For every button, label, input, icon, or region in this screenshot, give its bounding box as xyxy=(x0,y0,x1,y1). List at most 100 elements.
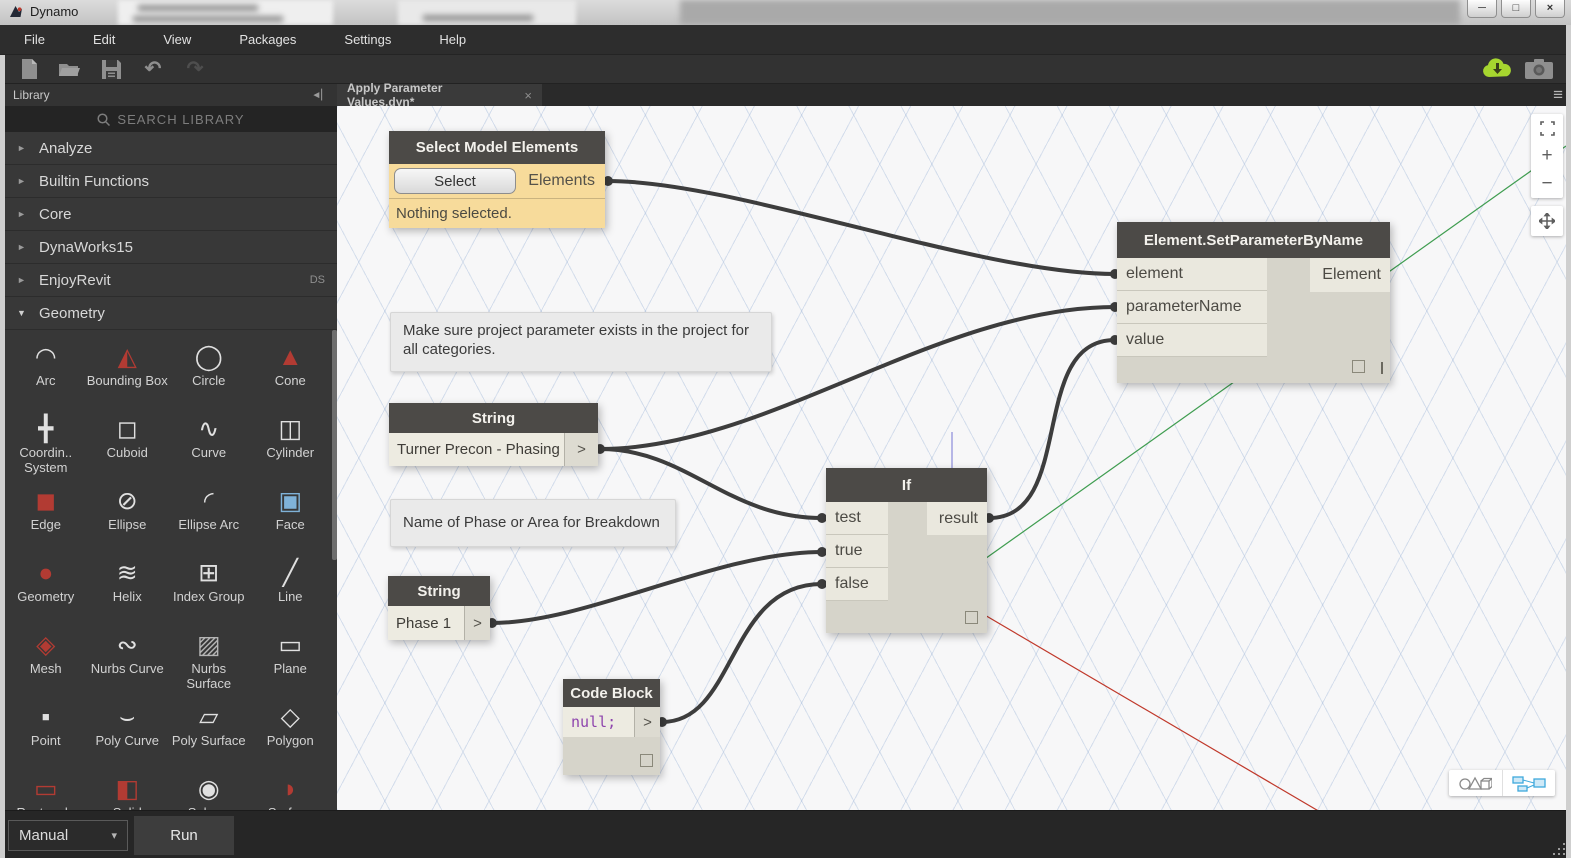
input-port-element[interactable]: element xyxy=(1117,258,1267,291)
menu-help[interactable]: Help xyxy=(415,25,490,55)
library-item-poly-curve[interactable]: ⌣ Poly Curve xyxy=(87,698,169,770)
library-item-edge[interactable]: ◼ Edge xyxy=(5,482,87,554)
library-category-geometry[interactable]: ▼ Geometry xyxy=(5,297,337,330)
note-project-parameter[interactable]: Make sure project parameter exists in th… xyxy=(390,312,772,372)
input-port-parametername[interactable]: parameterName xyxy=(1117,291,1267,324)
menu-view[interactable]: View xyxy=(139,25,215,55)
library-category-core[interactable]: ► Core xyxy=(5,198,337,231)
node-code-block[interactable]: Code Block null; > xyxy=(563,679,660,775)
library-category-analyze[interactable]: ► Analyze xyxy=(5,132,337,165)
output-port-elements[interactable]: Elements xyxy=(528,172,605,190)
run-mode-dropdown[interactable]: Manual ▾ xyxy=(8,820,128,851)
minimize-button[interactable]: ─ xyxy=(1467,0,1497,18)
library-item-geometry[interactable]: ● Geometry xyxy=(5,554,87,626)
library-item-circle[interactable]: ◯ Circle xyxy=(168,338,250,410)
library-item-surface[interactable]: ◗Surface xyxy=(250,770,332,811)
zoom-in-button[interactable]: + xyxy=(1531,142,1563,170)
wire-null-to-false[interactable] xyxy=(660,582,824,724)
library-item-cylinder[interactable]: ◫ Cylinder xyxy=(250,410,332,482)
library-category-builtin-functions[interactable]: ► Builtin Functions xyxy=(5,165,337,198)
open-file-icon[interactable] xyxy=(57,58,81,80)
run-button[interactable]: Run xyxy=(134,816,234,855)
library-category-dynaworks15[interactable]: ► DynaWorks15 xyxy=(5,231,337,264)
menu-packages[interactable]: Packages xyxy=(215,25,320,55)
string-input[interactable]: Turner Precon - Phasing xyxy=(389,433,564,466)
workspace-menu-icon[interactable]: ≡ xyxy=(1553,85,1563,105)
output-port[interactable]: > xyxy=(634,707,660,737)
node-select-model-elements[interactable]: Select Model Elements Select Elements No… xyxy=(389,131,605,228)
resize-grip[interactable] xyxy=(1549,839,1565,855)
cloud-download-icon[interactable] xyxy=(1480,57,1514,79)
node-element-setparameterbyname[interactable]: Element.SetParameterByName element param… xyxy=(1117,222,1390,383)
wire-phase-to-true[interactable] xyxy=(490,550,824,625)
library-item-coordinate-system[interactable]: ╋ Coordin.. System xyxy=(5,410,87,482)
library-item-ellipse-arc[interactable]: ◜ Ellipse Arc xyxy=(168,482,250,554)
library-item-polygon[interactable]: ◇ Polygon xyxy=(250,698,332,770)
library-item-nurbs-curve[interactable]: ∾ Nurbs Curve xyxy=(87,626,169,698)
graph-view-button[interactable] xyxy=(1501,770,1556,796)
library-item-curve[interactable]: ∿ Curve xyxy=(168,410,250,482)
preview-toggle-square[interactable] xyxy=(965,611,978,624)
input-port-false[interactable]: false xyxy=(826,568,888,601)
camera-icon[interactable] xyxy=(1524,58,1554,80)
library-item-cuboid[interactable]: ◻ Cuboid xyxy=(87,410,169,482)
run-mode-value: Manual xyxy=(19,827,69,844)
library-item-plane[interactable]: ▭ Plane xyxy=(250,626,332,698)
library-item-solid[interactable]: ◧Solid xyxy=(87,770,169,810)
input-port-test[interactable]: test xyxy=(826,502,888,535)
library-item-point[interactable]: ▪ Point xyxy=(5,698,87,770)
library-item-bounding-box[interactable]: ◭ Bounding Box xyxy=(87,338,169,410)
library-item-helix[interactable]: ≋ Helix xyxy=(87,554,169,626)
zoom-fit-button[interactable] xyxy=(1531,114,1563,142)
node-if[interactable]: If test true false result xyxy=(826,468,987,633)
library-search[interactable]: SEARCH LIBRARY xyxy=(5,106,337,132)
geometry-view-button[interactable] xyxy=(1449,770,1502,796)
library-item-sphere[interactable]: ◉Sphere xyxy=(168,770,250,810)
library-item-label: Nurbs Surface xyxy=(186,661,232,691)
close-button[interactable]: × xyxy=(1535,0,1565,18)
string-input[interactable]: Phase 1 xyxy=(388,606,464,640)
undo-icon[interactable]: ↶ xyxy=(141,58,165,80)
maximize-button[interactable]: □ xyxy=(1501,0,1531,18)
library-item-cone[interactable]: ▲ Cone xyxy=(250,338,332,410)
wire-elements-to-element[interactable] xyxy=(606,179,1117,276)
wire-result-to-value[interactable] xyxy=(987,338,1117,520)
library-item-face[interactable]: ▣ Face xyxy=(250,482,332,554)
resize-handle[interactable] xyxy=(1381,362,1383,374)
input-port-value[interactable]: value xyxy=(1117,324,1267,357)
node-string-phase[interactable]: String Phase 1 > xyxy=(388,576,490,640)
menu-settings[interactable]: Settings xyxy=(320,25,415,55)
library-item-nurbs-surface[interactable]: ▨ Nurbs Surface xyxy=(168,626,250,698)
menu-file[interactable]: File xyxy=(0,25,69,55)
save-icon[interactable] xyxy=(99,58,123,80)
menu-edit[interactable]: Edit xyxy=(69,25,139,55)
tab-apply-parameter-values[interactable]: Apply Parameter Values.dyn* × xyxy=(337,81,542,109)
node-string-parameter-name[interactable]: String Turner Precon - Phasing > xyxy=(389,403,598,466)
collapse-panel-icon[interactable]: ◄▏ xyxy=(311,90,329,101)
library-item-label: Circle xyxy=(192,373,226,388)
input-port-true[interactable]: true xyxy=(826,535,888,568)
library-category-enjoyrevit[interactable]: ► EnjoyRevit DS xyxy=(5,264,337,297)
tab-close-icon[interactable]: × xyxy=(524,88,532,103)
code-input[interactable]: null; xyxy=(563,707,634,737)
new-file-icon[interactable] xyxy=(17,58,41,80)
library-item-line[interactable]: ╱ Line xyxy=(250,554,332,626)
library-item-rectangle[interactable]: ▭Rectangle xyxy=(5,770,87,810)
preview-toggle-square[interactable] xyxy=(640,754,653,767)
library-item-mesh[interactable]: ◈ Mesh xyxy=(5,626,87,698)
preview-toggle-square[interactable] xyxy=(1352,360,1365,373)
output-port[interactable]: > xyxy=(564,433,598,466)
output-port-element[interactable]: Element xyxy=(1310,258,1390,292)
select-button[interactable]: Select xyxy=(394,168,516,194)
library-item-index-group[interactable]: ⊞ Index Group xyxy=(168,554,250,626)
pan-button[interactable] xyxy=(1531,206,1563,236)
library-item-ellipse[interactable]: ⊘ Ellipse xyxy=(87,482,169,554)
face-icon: ▣ xyxy=(278,487,303,515)
output-port-result[interactable]: result xyxy=(927,502,987,535)
library-item-arc[interactable]: ◠ Arc xyxy=(5,338,87,410)
graph-canvas[interactable]: Select Model Elements Select Elements No… xyxy=(337,106,1566,810)
library-item-poly-surface[interactable]: ▱ Poly Surface xyxy=(168,698,250,770)
zoom-out-button[interactable]: − xyxy=(1531,170,1563,198)
note-phase-name[interactable]: Name of Phase or Area for Breakdown xyxy=(390,499,676,547)
output-port[interactable]: > xyxy=(464,606,490,640)
